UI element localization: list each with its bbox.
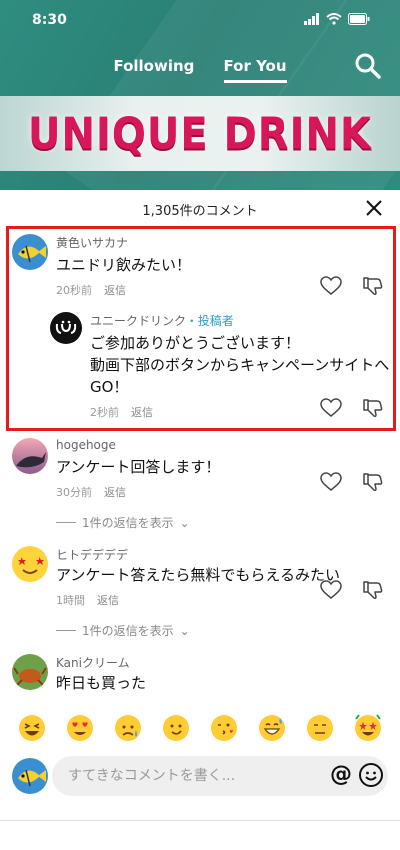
comment-text: アンケート回答します！ <box>56 458 221 476</box>
reply-button[interactable]: 返信 <box>104 284 126 297</box>
status-bar: 8:30 <box>0 0 400 40</box>
avatar[interactable] <box>12 234 48 270</box>
smiling-face-icon[interactable] <box>161 713 191 743</box>
signal-icon <box>304 13 319 25</box>
comment-text: ご参加ありがとうございます！ 動画下部のボタンからキャンペーンサイトへ GO！ <box>90 334 390 396</box>
close-icon <box>366 200 382 216</box>
fish-avatar-icon <box>12 234 48 270</box>
grinning-sweat-face-icon[interactable] <box>257 713 287 743</box>
whale-avatar-icon <box>12 438 48 474</box>
comment-time: 2秒前 <box>90 406 119 419</box>
feed-tabs: Following For You <box>0 56 400 83</box>
comments-sheet: 1,305件のコメント 黄色いサカナ ユニドリ飲みたい！ 20秒前 返信 ユニーク… <box>0 190 400 850</box>
banner-title: UNIQUE DRINK <box>28 108 372 159</box>
comment-username[interactable]: hogehoge <box>56 438 116 452</box>
thumbs-down-icon[interactable] <box>362 398 384 418</box>
star-emoji-avatar-icon <box>12 546 48 582</box>
worried-sweat-face-icon[interactable] <box>113 713 143 743</box>
comment-item: ヒトデデデデ アンケート答えたら無料でもらえるみたい 1時間 返信 1件の返信を表… <box>0 546 400 646</box>
author-reply-item: ユニークドリンク・投稿者 ご参加ありがとうございます！ 動画下部のボタンからキャ… <box>0 312 400 422</box>
heart-eyes-face-icon[interactable] <box>65 713 95 743</box>
comment-text: アンケート答えたら無料でもらえるみたい <box>56 566 340 584</box>
comment-username[interactable]: Kaniクリーム <box>56 654 130 671</box>
comment-username[interactable]: ヒトデデデデ <box>56 546 128 563</box>
show-replies-button[interactable]: 1件の返信を表示 ⌄ <box>56 622 190 639</box>
avatar[interactable] <box>12 654 48 690</box>
heart-icon[interactable] <box>320 580 342 600</box>
reply-button[interactable]: 返信 <box>97 594 119 607</box>
reply-button[interactable]: 返信 <box>104 486 126 499</box>
emoji-picker-icon[interactable] <box>358 762 384 788</box>
crab-avatar-icon <box>12 654 48 690</box>
comment-time: 30分前 <box>56 486 92 499</box>
thumbs-down-icon[interactable] <box>362 276 384 296</box>
reply-button[interactable]: 返信 <box>131 406 153 419</box>
comment-item: 黄色いサカナ ユニドリ飲みたい！ 20秒前 返信 <box>0 234 400 304</box>
heart-icon[interactable] <box>320 472 342 492</box>
tab-following[interactable]: Following <box>101 57 206 75</box>
bottom-area <box>0 820 400 850</box>
comment-time: 20秒前 <box>56 284 92 297</box>
chevron-down-icon: ⌄ <box>179 515 190 530</box>
author-badge: ・投稿者 <box>185 314 234 328</box>
search-button[interactable] <box>354 52 382 80</box>
comment-username[interactable]: 黄色いサカナ <box>56 234 128 251</box>
chevron-down-icon: ⌄ <box>179 623 190 638</box>
kissing-face-icon[interactable] <box>209 713 239 743</box>
heart-icon[interactable] <box>320 398 342 418</box>
mention-button[interactable]: @ <box>328 762 354 788</box>
close-button[interactable] <box>364 198 384 218</box>
avatar[interactable] <box>50 312 82 344</box>
emoji-quick-bar <box>0 708 400 748</box>
comment-time: 1時間 <box>56 594 85 607</box>
search-icon <box>355 53 381 79</box>
video-banner: UNIQUE DRINK <box>0 96 400 171</box>
comment-text: ユニドリ飲みたい！ <box>56 256 192 274</box>
comment-username[interactable]: ユニークドリンク <box>90 314 186 328</box>
comment-text: 昨日も買った <box>56 674 147 692</box>
battery-icon <box>348 13 370 25</box>
comment-item: Kaniクリーム 昨日も買った <box>0 654 400 710</box>
thumbs-down-icon[interactable] <box>362 472 384 492</box>
star-struck-face-icon[interactable] <box>353 713 383 743</box>
show-replies-button[interactable]: 1件の返信を表示 ⌄ <box>56 514 190 531</box>
brand-logo-avatar-icon <box>50 312 82 344</box>
fish-avatar-icon <box>12 758 48 794</box>
avatar[interactable] <box>12 546 48 582</box>
tab-for-you[interactable]: For You <box>212 57 299 83</box>
wifi-icon <box>326 13 342 25</box>
comment-composer: @ <box>0 754 400 798</box>
video-header: 8:30 Following For You UNIQUE DRINK <box>0 0 400 190</box>
thumbs-down-icon[interactable] <box>362 580 384 600</box>
my-avatar[interactable] <box>12 758 48 794</box>
laughing-face-icon[interactable] <box>17 713 47 743</box>
neutral-face-icon[interactable] <box>305 713 335 743</box>
reply-username-line: ユニークドリンク・投稿者 <box>90 312 234 329</box>
comment-item: hogehoge アンケート回答します！ 30分前 返信 1件の返信を表示 ⌄ <box>0 438 400 538</box>
avatar[interactable] <box>12 438 48 474</box>
status-time: 8:30 <box>32 12 67 28</box>
comment-count-title: 1,305件のコメント <box>142 204 258 219</box>
heart-icon[interactable] <box>320 276 342 296</box>
